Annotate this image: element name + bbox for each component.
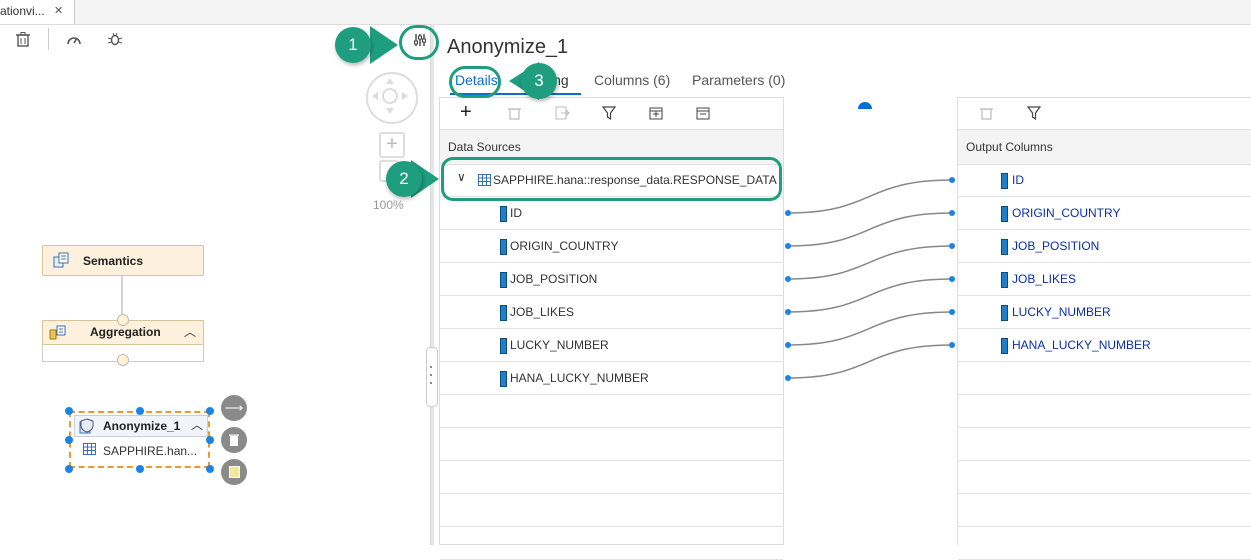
anonymize-node-header: Anonymize_1 ︿ bbox=[74, 415, 208, 437]
filter-icon[interactable] bbox=[601, 106, 617, 123]
collapse-chevron-icon[interactable]: ︿ bbox=[191, 416, 203, 433]
add-calculated-column-icon[interactable] bbox=[649, 106, 663, 123]
filter-icon[interactable] bbox=[1026, 106, 1042, 123]
source-column-name: JOB_LIKES bbox=[510, 305, 575, 319]
aggregation-node-label: Aggregation bbox=[90, 325, 161, 339]
callout-1: 1 bbox=[335, 27, 371, 63]
output-header-label: Output Columns bbox=[966, 140, 1053, 154]
source-column-row[interactable]: JOB_POSITION bbox=[440, 263, 783, 296]
source-column-name: LUCKY_NUMBER bbox=[510, 338, 609, 352]
output-column-name: ID bbox=[1012, 173, 1024, 187]
callout-2: 2 bbox=[386, 161, 422, 197]
empty-row bbox=[958, 428, 1251, 461]
output-column-row[interactable]: ID bbox=[958, 164, 1251, 197]
replace-source-icon[interactable] bbox=[555, 106, 570, 123]
source-column-row[interactable]: LUCKY_NUMBER bbox=[440, 329, 783, 362]
output-column-name: HANA_LUCKY_NUMBER bbox=[1012, 338, 1151, 352]
empty-row bbox=[958, 461, 1251, 494]
output-column-row[interactable]: ORIGIN_COUNTRY bbox=[958, 197, 1251, 230]
source-column-row[interactable]: ID bbox=[440, 197, 783, 230]
output-column-row[interactable]: JOB_POSITION bbox=[958, 230, 1251, 263]
remove-column-icon[interactable] bbox=[696, 106, 710, 123]
splitter-grip[interactable] bbox=[426, 347, 438, 407]
node-title: Anonymize_1 bbox=[447, 36, 569, 58]
output-column-name: JOB_LIKES bbox=[1012, 272, 1077, 286]
resize-handle[interactable] bbox=[206, 436, 214, 444]
connect-arrow-button[interactable]: ⟶ bbox=[221, 395, 247, 421]
output-header: Output Columns bbox=[958, 129, 1251, 165]
callout-highlight-ring bbox=[441, 157, 782, 201]
source-column-row[interactable]: JOB_LIKES bbox=[440, 296, 783, 329]
aggregation-input-port[interactable] bbox=[117, 314, 129, 326]
resize-handle[interactable] bbox=[136, 465, 144, 473]
tab-columns[interactable]: Columns (6) bbox=[594, 72, 670, 88]
table-icon bbox=[83, 443, 96, 458]
delete-icon[interactable] bbox=[980, 106, 993, 123]
output-columns-pane: Output Columns ID ORIGIN_COUNTRY JOB_POS… bbox=[957, 97, 1251, 560]
source-column-name: JOB_POSITION bbox=[510, 272, 598, 286]
add-icon[interactable]: + bbox=[460, 102, 472, 122]
empty-row bbox=[440, 461, 783, 494]
delete-node-button[interactable] bbox=[221, 427, 247, 453]
resize-handle[interactable] bbox=[65, 436, 73, 444]
collapse-chevron-icon[interactable]: ︿ bbox=[184, 323, 196, 340]
empty-row bbox=[440, 527, 783, 560]
semantics-node[interactable]: Semantics bbox=[42, 245, 204, 276]
delete-icon[interactable] bbox=[508, 106, 521, 123]
empty-row bbox=[440, 494, 783, 527]
data-sources-header-label: Data Sources bbox=[448, 140, 521, 154]
output-column-row[interactable]: JOB_LIKES bbox=[958, 263, 1251, 296]
output-column-name: ORIGIN_COUNTRY bbox=[1012, 206, 1121, 220]
empty-row bbox=[440, 428, 783, 461]
anonymize-node-label: Anonymize_1 bbox=[103, 419, 181, 433]
source-column-row[interactable]: HANA_LUCKY_NUMBER bbox=[440, 362, 783, 395]
empty-row bbox=[958, 527, 1251, 560]
add-note-button[interactable] bbox=[221, 459, 247, 485]
output-column-name: JOB_POSITION bbox=[1012, 239, 1100, 253]
empty-row bbox=[958, 362, 1251, 395]
empty-row bbox=[958, 395, 1251, 428]
resize-handle[interactable] bbox=[206, 407, 214, 415]
semantics-icon bbox=[53, 252, 69, 271]
mapping-connections bbox=[785, 102, 955, 381]
semantics-node-label: Semantics bbox=[83, 254, 144, 268]
callout-3: 3 bbox=[521, 63, 557, 99]
aggregation-icon bbox=[49, 324, 67, 343]
source-column-row[interactable]: ORIGIN_COUNTRY bbox=[440, 230, 783, 263]
empty-row bbox=[440, 395, 783, 428]
source-column-name: HANA_LUCKY_NUMBER bbox=[510, 371, 649, 385]
resize-handle[interactable] bbox=[206, 465, 214, 473]
anonymize-node[interactable]: Anonymize_1 ︿ SAPPHIRE.han... bbox=[69, 411, 210, 468]
aggregation-output-port[interactable] bbox=[117, 354, 129, 366]
source-column-name: ORIGIN_COUNTRY bbox=[510, 239, 619, 253]
tab-parameters[interactable]: Parameters (0) bbox=[692, 72, 785, 88]
output-column-row[interactable]: HANA_LUCKY_NUMBER bbox=[958, 329, 1251, 362]
callout-highlight-ring bbox=[449, 66, 501, 98]
output-column-name: LUCKY_NUMBER bbox=[1012, 305, 1111, 319]
resize-handle[interactable] bbox=[65, 465, 73, 473]
panel-splitter[interactable] bbox=[430, 24, 434, 545]
resize-handle[interactable] bbox=[136, 407, 144, 415]
empty-row bbox=[958, 494, 1251, 527]
anonymize-source-label: SAPPHIRE.han... bbox=[103, 444, 198, 458]
source-column-name: ID bbox=[510, 206, 522, 220]
output-column-row[interactable]: LUCKY_NUMBER bbox=[958, 296, 1251, 329]
data-sources-toolbar: + bbox=[440, 98, 783, 129]
resize-handle[interactable] bbox=[65, 407, 73, 415]
output-toolbar bbox=[958, 98, 1251, 129]
anonymize-icon bbox=[79, 418, 95, 437]
